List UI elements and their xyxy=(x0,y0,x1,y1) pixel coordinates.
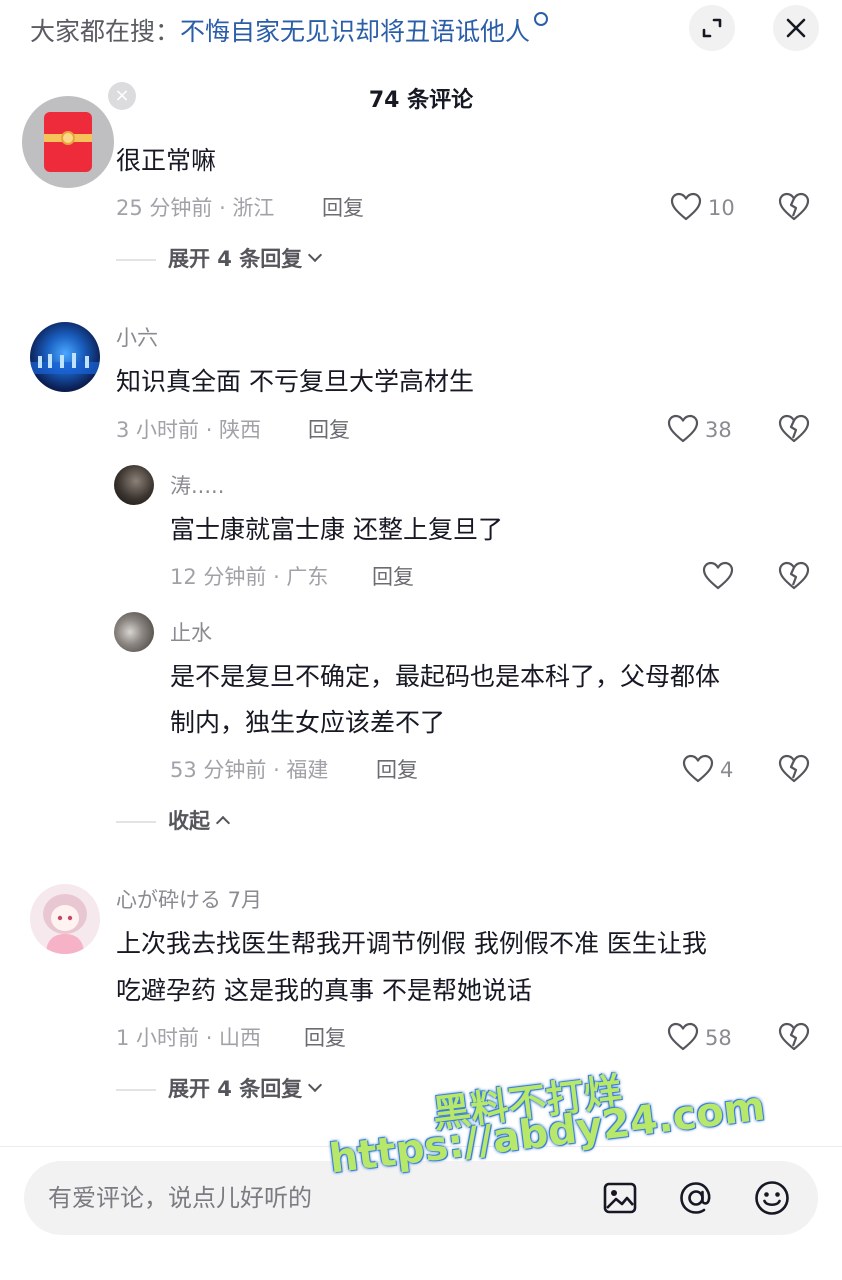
comment-input-placeholder: 有爱评论，说点儿好听的 xyxy=(48,1184,312,1212)
user-avatar[interactable] xyxy=(114,465,154,505)
reply-button[interactable]: 回复 xyxy=(304,1024,346,1052)
dislike-icon[interactable] xyxy=(778,414,810,444)
close-button[interactable] xyxy=(773,5,819,51)
hot-search-bar[interactable]: 大家都在搜：不悔自家无见识却将丑语诋他人 xyxy=(30,12,549,49)
chevron-down-icon xyxy=(308,1077,323,1093)
reply-button[interactable]: 回复 xyxy=(308,416,350,444)
nickname[interactable]: 涛..... xyxy=(170,472,224,500)
divider xyxy=(116,259,156,261)
reply-button[interactable]: 回复 xyxy=(372,563,414,591)
close-icon xyxy=(786,18,806,38)
like-icon[interactable] xyxy=(682,754,714,784)
like-icon[interactable] xyxy=(670,192,702,222)
expand-icon xyxy=(702,18,722,38)
divider xyxy=(116,821,156,823)
like-count: 38 xyxy=(705,418,732,442)
user-avatar[interactable] xyxy=(30,322,100,392)
mention-icon[interactable] xyxy=(677,1179,715,1217)
like-count: 10 xyxy=(708,196,735,220)
comment-meta: 25 分钟前 · 浙江 xyxy=(116,196,275,220)
chevron-up-icon xyxy=(215,815,231,831)
hot-search-prefix: 大家都在搜： xyxy=(30,17,181,46)
like-icon[interactable] xyxy=(667,414,699,444)
reply-button[interactable]: 回复 xyxy=(322,194,364,222)
comment-text-line2: 制内，独生女应该差不了 xyxy=(170,708,446,737)
comment-text: 富士康就富士康 还整上复旦了 xyxy=(170,515,503,544)
expand-replies-button[interactable]: 展开 4 条回复 xyxy=(168,1075,323,1103)
comment-text-line1: 上次我去找医生帮我开调节例假 我例假不准 医生让我 xyxy=(116,929,707,958)
anime-girl-icon xyxy=(43,894,87,954)
search-icon xyxy=(534,12,549,26)
nickname[interactable]: 心が砕ける 7月 xyxy=(116,886,262,914)
comment-text-line2: 吃避孕药 这是我的真事 不是帮她说话 xyxy=(116,976,532,1005)
hot-search-keyword[interactable]: 不悔自家无见识却将丑语诋他人 xyxy=(180,17,530,46)
dislike-icon[interactable] xyxy=(778,192,810,222)
red-packet-avatar[interactable] xyxy=(22,96,114,188)
nickname[interactable]: 小六 xyxy=(116,324,158,352)
comment-meta: 1 小时前 · 山西 xyxy=(116,1026,262,1050)
expand-replies-button[interactable]: 展开 4 条回复 xyxy=(168,245,323,273)
comment-meta: 3 小时前 · 陕西 xyxy=(116,418,262,442)
collapse-label: 收起 xyxy=(168,809,210,833)
like-count: 58 xyxy=(705,1026,732,1050)
reply-button[interactable]: 回复 xyxy=(376,756,418,784)
expand-replies-label: 展开 4 条回复 xyxy=(168,1077,303,1101)
comment-text-line1: 是不是复旦不确定，最起码也是本科了，父母都体 xyxy=(170,662,721,691)
emoji-icon[interactable] xyxy=(753,1179,791,1217)
chevron-down-icon xyxy=(308,247,323,263)
dismiss-icon[interactable]: × xyxy=(108,82,136,110)
user-avatar[interactable] xyxy=(114,612,154,652)
comment-text: 很正常嘛 xyxy=(116,146,217,175)
user-avatar[interactable] xyxy=(30,884,100,954)
comment-meta: 12 分钟前 · 广东 xyxy=(170,565,329,589)
like-count: 4 xyxy=(720,758,734,782)
expand-button[interactable] xyxy=(689,5,735,51)
stage-image-icon xyxy=(30,353,100,374)
nickname[interactable]: 止水 xyxy=(170,619,212,647)
red-packet-icon xyxy=(44,112,92,172)
dislike-icon[interactable] xyxy=(778,1022,810,1052)
comment-meta: 53 分钟前 · 福建 xyxy=(170,758,329,782)
like-icon[interactable] xyxy=(667,1022,699,1052)
collapse-replies-button[interactable]: 收起 xyxy=(168,807,231,835)
expand-replies-label: 展开 4 条回复 xyxy=(168,247,303,271)
comment-text: 知识真全面 不亏复旦大学高材生 xyxy=(116,367,474,396)
dislike-icon[interactable] xyxy=(778,561,810,591)
divider xyxy=(116,1089,156,1091)
dislike-icon[interactable] xyxy=(778,754,810,784)
image-icon[interactable] xyxy=(602,1180,638,1216)
like-icon[interactable] xyxy=(702,561,734,591)
